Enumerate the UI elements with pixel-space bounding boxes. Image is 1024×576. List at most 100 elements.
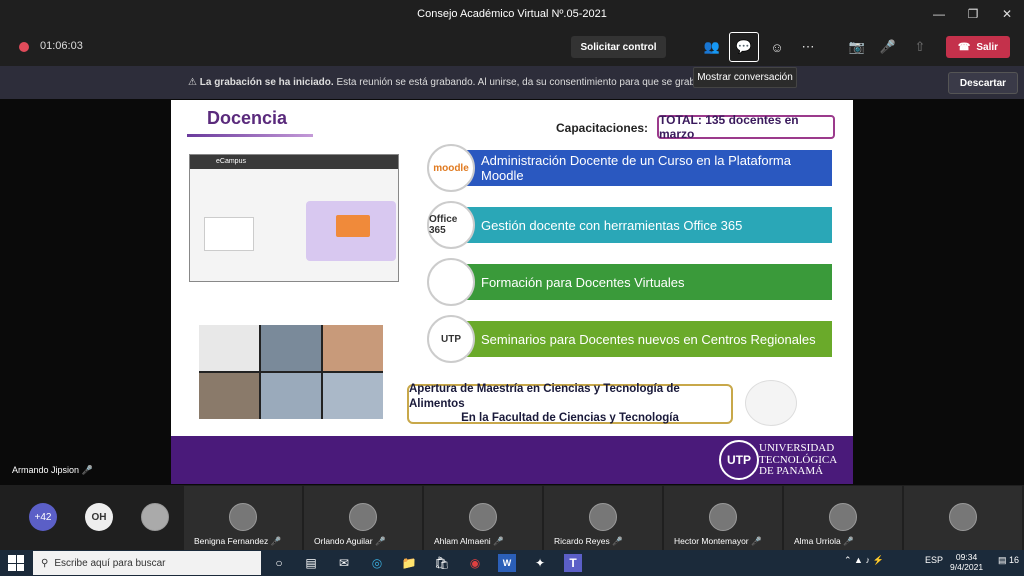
training-row-3: Formación para Docentes Virtuales bbox=[467, 264, 832, 300]
title-underline bbox=[187, 134, 313, 137]
participant-avatar[interactable] bbox=[141, 503, 169, 531]
participant-avatar bbox=[229, 503, 257, 531]
phone-icon: ☎ bbox=[957, 41, 971, 53]
maestria-line1: Apertura de Maestría en Ciencias y Tecno… bbox=[409, 382, 680, 410]
training-row-icon bbox=[427, 258, 475, 306]
chrome-icon[interactable]: ◉ bbox=[466, 554, 484, 572]
video-illustration bbox=[306, 201, 396, 261]
collage-photo bbox=[261, 325, 321, 371]
window-title: Consejo Académico Virtual Nº.05-2021 bbox=[417, 8, 607, 20]
task-view-icon[interactable]: ▤ bbox=[302, 554, 320, 572]
request-control-button[interactable]: Solicitar control bbox=[571, 36, 666, 58]
mail-icon[interactable]: ✉ bbox=[335, 554, 353, 572]
more-options-icon[interactable]: ⋯ bbox=[797, 36, 819, 58]
chat-tooltip: Mostrar conversación bbox=[693, 67, 797, 88]
word-icon[interactable]: W bbox=[498, 554, 516, 572]
laptop-illustration bbox=[204, 217, 254, 251]
participant-name-text: Ricardo Reyes bbox=[554, 536, 610, 546]
ecampus-header: eCampus bbox=[190, 155, 398, 169]
participant-name: Ahlam Almaeni 🎤 bbox=[434, 536, 504, 547]
close-icon[interactable]: ✕ bbox=[990, 0, 1024, 28]
file-explorer-icon[interactable]: 📁 bbox=[400, 554, 418, 572]
store-icon[interactable]: 🛍 bbox=[433, 554, 451, 572]
leave-label: Salir bbox=[976, 41, 999, 53]
participant-avatar bbox=[829, 503, 857, 531]
teams-icon[interactable]: T bbox=[564, 554, 582, 572]
participant-name-text: Benigna Fernandez bbox=[194, 536, 269, 546]
overflow-participants-button[interactable]: +42 bbox=[29, 503, 57, 531]
meeting-toolbar: 01:06:03 Solicitar control 👥 💬 ☺ ⋯ 📷 🎤 ⇧… bbox=[0, 28, 1024, 66]
app-icon[interactable]: ✦ bbox=[531, 554, 549, 572]
participant-name-text: Ahlam Almaeni bbox=[434, 536, 491, 546]
mic-muted-icon: 🎤 bbox=[490, 536, 504, 546]
photo-collage bbox=[199, 325, 383, 419]
participants-icon[interactable]: 👥 bbox=[701, 36, 723, 58]
participant-avatar bbox=[589, 503, 617, 531]
recording-bold: La grabación se ha iniciado. bbox=[199, 77, 334, 88]
windows-taskbar: ⚲ Escribe aquí para buscar ○ ▤ ✉ ◎ 📁 🛍 ◉… bbox=[0, 550, 1024, 576]
training-row-4: Seminarios para Docentes nuevos en Centr… bbox=[467, 321, 832, 357]
training-row-2: Gestión docente con herramientas Office … bbox=[467, 207, 832, 243]
training-row-label: Formación para Docentes Virtuales bbox=[481, 274, 685, 290]
slide-title: Docencia bbox=[207, 108, 288, 128]
reactions-icon[interactable]: ☺ bbox=[766, 36, 788, 58]
participant-name: Orlando Aguilar 🎤 bbox=[314, 536, 386, 547]
capacitaciones-label: Capacitaciones: bbox=[556, 121, 649, 135]
presentation-slide: Docencia Capacitaciones: TOTAL: 135 doce… bbox=[171, 100, 853, 484]
search-placeholder: Escribe aquí para buscar bbox=[54, 557, 166, 569]
restore-icon[interactable]: ❐ bbox=[956, 0, 990, 28]
tray-icons[interactable]: ⌃ ▲ ♪ ⚡ bbox=[844, 555, 884, 566]
meeting-timer: 01:06:03 bbox=[40, 40, 83, 52]
collage-photo bbox=[199, 325, 259, 371]
leave-button[interactable]: ☎ Salir bbox=[946, 36, 1010, 58]
mic-muted-icon: 🎤 bbox=[748, 536, 762, 546]
chat-icon[interactable]: 💬 bbox=[729, 32, 759, 62]
training-row-label: Gestión docente con herramientas Office … bbox=[481, 217, 743, 233]
windows-start-icon[interactable] bbox=[8, 555, 24, 571]
participant-avatar bbox=[949, 503, 977, 531]
mic-off-icon[interactable]: 🎤 bbox=[877, 36, 899, 58]
window-controls: — ❐ ✕ bbox=[922, 0, 1024, 28]
cortana-icon[interactable]: ○ bbox=[270, 554, 288, 572]
participant-name: Benigna Fernandez 🎤 bbox=[194, 536, 281, 547]
participant-avatar bbox=[349, 503, 377, 531]
participant-name: Alma Urriola 🎤 bbox=[794, 536, 854, 547]
discard-button[interactable]: Descartar bbox=[948, 72, 1018, 94]
participant-name: Ricardo Reyes 🎤 bbox=[554, 536, 623, 547]
training-row-label: Administración Docente de un Curso en la… bbox=[481, 153, 791, 183]
maestria-line2: En la Facultad de Ciencias y Tecnología bbox=[461, 412, 679, 425]
training-row-1: Administración Docente de un Curso en la… bbox=[467, 150, 832, 186]
participant-name-text: Orlando Aguilar bbox=[314, 536, 373, 546]
participant-avatar bbox=[709, 503, 737, 531]
mic-muted-icon: 🎤 bbox=[609, 536, 623, 546]
edge-icon[interactable]: ◎ bbox=[368, 554, 386, 572]
taskbar-search[interactable]: ⚲ Escribe aquí para buscar bbox=[33, 551, 261, 575]
utp-wordmark: UNIVERSIDAD TECNOLÓGICA DE PANAMÁ bbox=[759, 442, 837, 478]
training-row-icon: UTP bbox=[427, 315, 475, 363]
collage-photo bbox=[323, 373, 383, 419]
participant-name: Hector Montemayor 🎤 bbox=[674, 536, 762, 547]
share-icon[interactable]: ⇧ bbox=[909, 36, 931, 58]
clock-time: 09:34 bbox=[955, 552, 978, 562]
collage-photo bbox=[261, 373, 321, 419]
warning-icon: ⚠ bbox=[188, 77, 197, 88]
window-title-bar: Consejo Académico Virtual Nº.05-2021 — ❐… bbox=[0, 0, 1024, 28]
collage-photo bbox=[323, 325, 383, 371]
participant-name-text: Hector Montemayor bbox=[674, 536, 749, 546]
presenter-name: Armando Jipsion 🎤 bbox=[12, 465, 93, 476]
minimize-icon[interactable]: — bbox=[922, 0, 956, 28]
maestria-box: Apertura de Maestría en Ciencias y Tecno… bbox=[407, 382, 733, 425]
camera-off-icon[interactable]: 📷 bbox=[846, 36, 868, 58]
notifications-icon[interactable]: ▤ 16 bbox=[998, 555, 1019, 566]
participant-avatar bbox=[469, 503, 497, 531]
participant-initials-avatar[interactable]: OH bbox=[85, 503, 113, 531]
taskbar-clock[interactable]: 09:34 9/4/2021 bbox=[950, 552, 983, 572]
search-icon: ⚲ bbox=[41, 557, 49, 569]
total-docentes-box: TOTAL: 135 docentes en marzo bbox=[657, 113, 835, 141]
utp-logo-icon: UTP bbox=[719, 440, 759, 480]
utp-line3: DE PANAMÁ bbox=[759, 465, 824, 478]
notification-count: 16 bbox=[1009, 555, 1020, 565]
recording-text: Esta reunión se está grabando. Al unirse… bbox=[336, 77, 734, 88]
input-language[interactable]: ESP bbox=[925, 555, 943, 565]
recording-banner: ⚠ La grabación se ha iniciado. Esta reun… bbox=[0, 66, 1024, 99]
